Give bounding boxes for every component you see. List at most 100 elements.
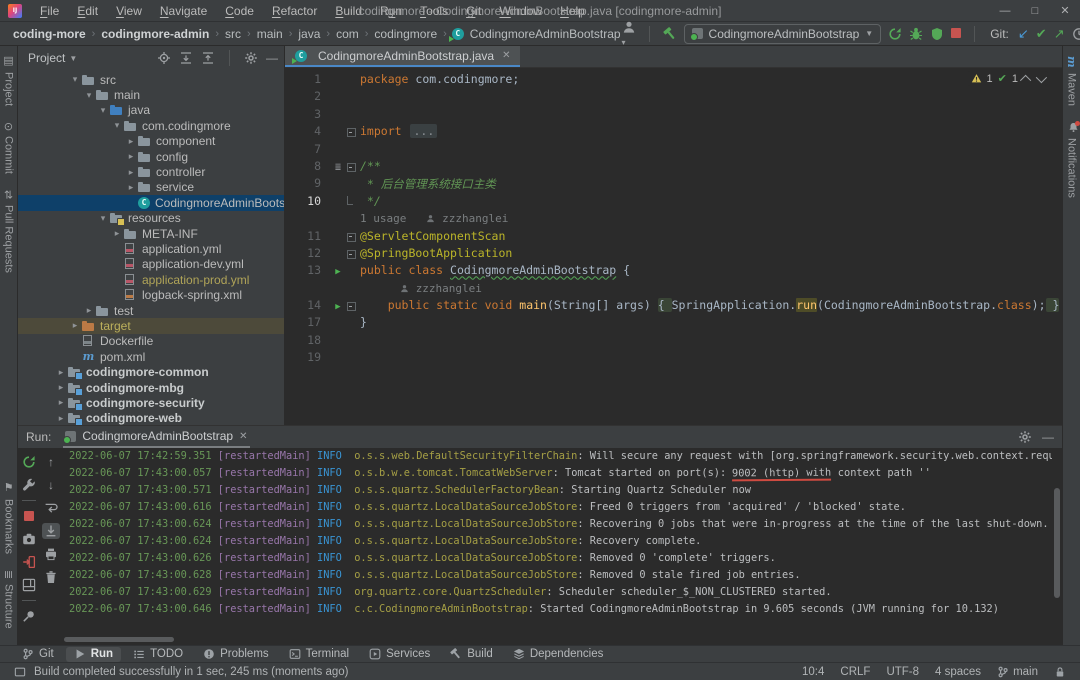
fold-marker-icon[interactable] xyxy=(347,250,356,259)
door-icon[interactable] xyxy=(22,555,36,569)
caret-position[interactable]: 10:4 xyxy=(802,666,824,678)
tool-window-button-todo[interactable]: TODO xyxy=(125,647,191,662)
stripe-item-project[interactable]: ▤Project xyxy=(2,54,15,106)
tree-chevron-icon[interactable]: ▸ xyxy=(110,228,124,239)
horizontal-scrollbar[interactable] xyxy=(64,637,174,642)
code-editor[interactable]: 1 ✔ 1 1package com.codingmore;234import … xyxy=(285,68,1062,425)
tree-item[interactable]: ▾resources xyxy=(18,211,284,226)
stack-icon[interactable] xyxy=(513,648,525,660)
project-panel-title[interactable]: Project xyxy=(28,51,65,65)
line-ending-selector[interactable]: CRLF xyxy=(840,666,870,678)
tree-item[interactable]: application.yml xyxy=(18,241,284,256)
tree-item[interactable]: mpom.xml xyxy=(18,349,284,364)
breadcrumb-item[interactable]: coding-more xyxy=(12,27,87,41)
tree-chevron-icon[interactable]: ▸ xyxy=(68,320,82,331)
softwrap-icon[interactable] xyxy=(44,501,58,515)
tree-chevron-icon[interactable]: ▸ xyxy=(54,413,68,424)
scroll-end-button[interactable] xyxy=(42,523,60,539)
breadcrumb-item[interactable]: com xyxy=(335,27,360,41)
tree-chevron-icon[interactable]: ▾ xyxy=(96,105,110,116)
tree-item[interactable]: ▸config xyxy=(18,149,284,164)
trash-icon[interactable] xyxy=(44,570,58,584)
menu-edit[interactable]: Edit xyxy=(69,3,106,19)
rerun-button[interactable] xyxy=(20,454,38,470)
warning-count[interactable]: 1 xyxy=(987,73,993,85)
layout-button[interactable] xyxy=(20,577,38,593)
build-button[interactable] xyxy=(663,27,677,41)
rerun-button[interactable] xyxy=(888,27,902,41)
stripe-item-commit[interactable]: ⊙Commit xyxy=(2,122,15,174)
breadcrumb-item[interactable]: src xyxy=(224,27,242,41)
wrench-button[interactable] xyxy=(20,477,38,493)
tree-item[interactable]: ▸META-INF xyxy=(18,226,284,241)
up-button[interactable]: ↑ xyxy=(42,454,60,470)
collapse-all-icon[interactable] xyxy=(201,51,215,65)
menu-code[interactable]: Code xyxy=(217,3,262,19)
tree-item[interactable]: ▾main xyxy=(18,87,284,102)
tree-item[interactable]: CCodingmoreAdminBootstrap xyxy=(18,195,284,210)
tree-chevron-icon[interactable]: ▸ xyxy=(54,367,68,378)
tree-item[interactable]: ▸codingmore-mbg xyxy=(18,380,284,395)
bell-icon[interactable] xyxy=(1068,122,1079,133)
run-configuration-select[interactable]: CodingmoreAdminBootstrap▼ xyxy=(684,24,882,44)
passed-count[interactable]: 1 xyxy=(1012,73,1018,85)
tree-item[interactable]: ▸service xyxy=(18,180,284,195)
stripe-item-bookmarks[interactable]: ⚑Bookmarks xyxy=(2,481,15,554)
history-button[interactable] xyxy=(1072,27,1080,41)
tree-item[interactable]: application-dev.yml xyxy=(18,257,284,272)
menu-file[interactable]: File xyxy=(32,3,67,19)
tree-item[interactable]: application-prod.yml xyxy=(18,272,284,287)
tool-window-button-run[interactable]: Run xyxy=(66,647,121,662)
tree-chevron-icon[interactable]: ▸ xyxy=(124,167,138,178)
close-tab-icon[interactable]: ✕ xyxy=(502,50,510,61)
tree-item[interactable]: ▾com.codingmore xyxy=(18,118,284,133)
stripe-item-structure[interactable]: ≣Structure xyxy=(2,570,15,629)
down-button[interactable]: ↓ xyxy=(42,477,60,493)
pin-icon[interactable] xyxy=(22,609,36,623)
run-tab[interactable]: CodingmoreAdminBootstrap ✕ xyxy=(63,426,249,448)
hide-panel-button[interactable]: — xyxy=(266,51,278,65)
tool-window-button-services[interactable]: Services xyxy=(361,647,438,662)
close-run-tab-icon[interactable]: ✕ xyxy=(239,431,247,442)
chevron-down-icon[interactable]: ▼ xyxy=(69,54,77,63)
tree-chevron-icon[interactable]: ▾ xyxy=(82,90,96,101)
tree-item[interactable]: ▸target xyxy=(18,318,284,333)
tree-item[interactable]: ▸test xyxy=(18,303,284,318)
tree-item[interactable]: logback-spring.xml xyxy=(18,287,284,302)
tool-window-button-build[interactable]: Build xyxy=(442,647,501,662)
git-update-button[interactable]: ↙ xyxy=(1018,27,1029,41)
author-icon[interactable] xyxy=(426,214,435,223)
settings-icon[interactable] xyxy=(244,51,258,65)
encoding-selector[interactable]: UTF-8 xyxy=(886,666,919,678)
indent-selector[interactable]: 4 spaces xyxy=(935,666,981,678)
stripe-item-maven[interactable]: mMaven xyxy=(1065,56,1078,106)
import-button[interactable] xyxy=(20,554,38,570)
services-icon[interactable] xyxy=(369,648,381,660)
lock-icon[interactable] xyxy=(1054,666,1066,678)
tree-item[interactable]: ▸controller xyxy=(18,164,284,179)
tool-window-button-git[interactable]: Git xyxy=(14,647,62,662)
previous-problem-button[interactable] xyxy=(1020,74,1031,85)
editor-tab[interactable]: C CodingmoreAdminBootstrap.java ✕ xyxy=(285,46,520,67)
debug-button[interactable] xyxy=(909,27,923,41)
author-icon[interactable] xyxy=(400,284,409,293)
git-branch-widget[interactable]: main xyxy=(997,666,1038,678)
downbar-icon[interactable] xyxy=(44,524,58,538)
tree-chevron-icon[interactable]: ▾ xyxy=(96,213,110,224)
camera-button[interactable] xyxy=(20,531,38,547)
tree-item[interactable]: ▾java xyxy=(18,103,284,118)
rendered-doc-toggle-icon[interactable]: ≣ xyxy=(335,162,341,173)
locate-file-icon[interactable] xyxy=(157,51,171,65)
tree-item[interactable]: Dockerfile xyxy=(18,334,284,349)
tree-item[interactable]: ▸codingmore-security xyxy=(18,395,284,410)
wrench-icon[interactable] xyxy=(22,478,36,492)
tree-chevron-icon[interactable]: ▾ xyxy=(68,74,82,85)
list-icon[interactable] xyxy=(133,648,145,660)
settings-icon[interactable] xyxy=(1018,430,1032,444)
vertical-scrollbar[interactable] xyxy=(1054,488,1060,598)
code-with-me-users-button[interactable]: ▾ xyxy=(622,19,636,48)
breadcrumb-item[interactable]: main xyxy=(256,27,284,41)
fold-marker-icon[interactable] xyxy=(347,163,356,172)
camera-icon[interactable] xyxy=(22,532,36,546)
next-problem-button[interactable] xyxy=(1036,71,1047,82)
